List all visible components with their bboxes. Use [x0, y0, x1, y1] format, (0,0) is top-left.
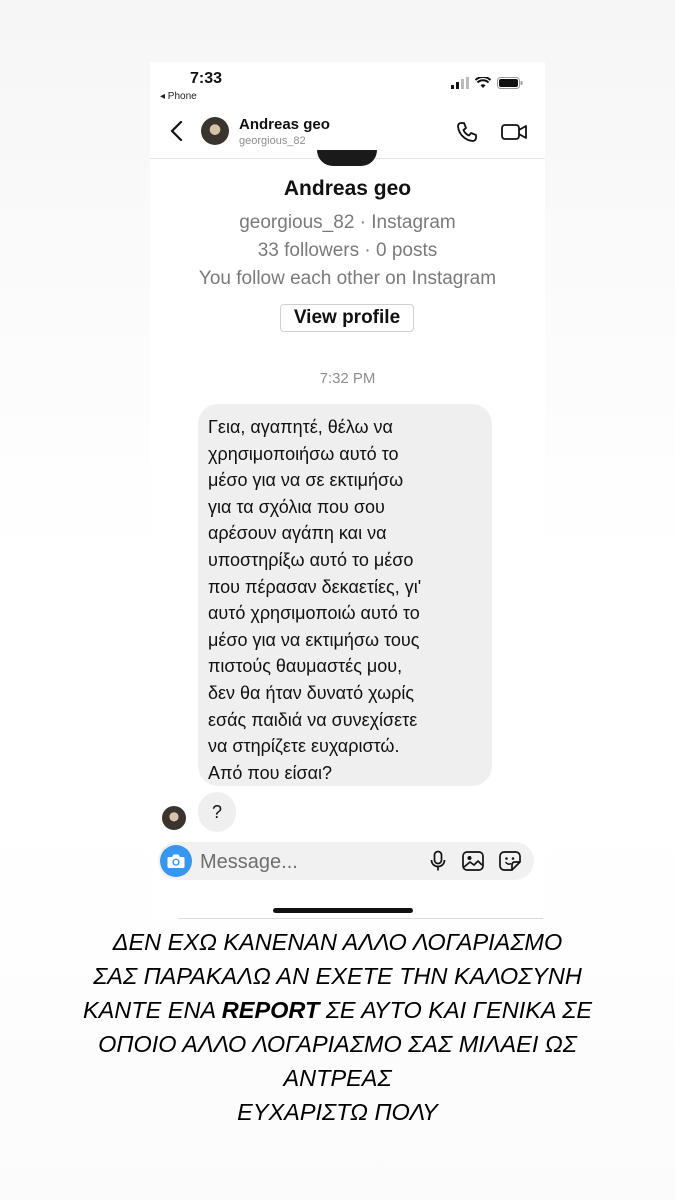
video-camera-icon[interactable]: [500, 120, 528, 144]
microphone-icon[interactable]: [428, 850, 448, 872]
profile-subtitle: georgious_82 · Instagram: [239, 212, 456, 233]
header-username: georgious_82: [239, 135, 306, 147]
message-line: που πέρασαν δεκαετίες, γι': [208, 576, 422, 597]
message-timestamp: 7:32 PM: [319, 370, 376, 387]
status-time: 7:33: [190, 70, 223, 87]
back-to-app-link[interactable]: ◂ Phone: [160, 91, 197, 102]
camera-icon: [167, 854, 185, 868]
caption-text: ΣΕ ΑΥΤΟ ΚΑΙ ΓΕΝΙΚΑ ΣΕ: [319, 997, 593, 1023]
phone-icon[interactable]: [455, 120, 479, 144]
message-line: να στηρίζετε ευχαριστώ.: [208, 736, 400, 757]
message-text: Γεια, αγαπητέ, θέλω να χρησιμοποιήσω αυτό…: [198, 404, 492, 786]
message-line: αυτό χρησιμοποιώ αυτό το: [208, 603, 420, 624]
caption-line: ΚΑΝΤΕ ΕΝΑ REPORT ΣΕ ΑΥΤΟ ΚΑΙ ΓΕΝΙΚΑ ΣΕ: [0, 993, 675, 1027]
message-line: Από που είσαι?: [208, 762, 333, 783]
dm-screenshot: 7:33 ◂ Phone Andreas geo georgious_82 An…: [150, 62, 545, 922]
avatar[interactable]: [201, 117, 229, 145]
caption-text: ΚΑΝΤΕ ΕΝΑ: [82, 997, 222, 1023]
profile-name: Andreas geo: [283, 177, 412, 200]
message-bubble[interactable]: Γεια, αγαπητέ, θέλω να χρησιμοποιήσω αυτό…: [198, 404, 492, 786]
divider: [178, 918, 543, 919]
view-profile-button[interactable]: View profile: [280, 304, 414, 332]
message-composer: [158, 842, 534, 880]
status-icons: [451, 76, 523, 90]
caption-line: ΑΝΤΡΕΑΣ: [283, 1065, 392, 1091]
message-line: μέσο για να εκτιμήσω τους: [208, 629, 420, 650]
message-bubble[interactable]: ?: [198, 792, 236, 832]
caption-report-word: REPORT: [221, 997, 320, 1023]
message-line: εσάς παιδιά να συνεχίσετε: [208, 709, 418, 730]
status-bar: 7:33 ◂ Phone: [150, 62, 545, 112]
battery-icon: [497, 77, 523, 89]
header-name[interactable]: Andreas geo: [239, 116, 330, 133]
message-line: πιστούς θαυμαστές μου,: [208, 656, 403, 677]
home-indicator: [273, 908, 413, 913]
chevron-left-icon[interactable]: [166, 118, 188, 144]
message-line: για τα σχόλια που σου: [208, 496, 385, 517]
message-line: δεν θα ήταν δυνατό χωρίς: [208, 682, 415, 703]
signal-icon: [451, 77, 469, 89]
caption-line: ΔΕΝ ΕΧΩ ΚΑΝΕΝΑΝ ΑΛΛΟ ΛΟΓΑΡΙΑΣΜΟ: [112, 929, 563, 955]
sticker-icon[interactable]: [498, 850, 522, 872]
message-line: υποστηρίξω αυτό το μέσο: [208, 549, 414, 570]
message-line: αρέσουν αγάπη και να: [208, 523, 387, 544]
caption-line: ΕΥΧΑΡΙΣΤΩ ΠΟΛΥ: [237, 1099, 438, 1125]
profile-picture: [317, 150, 377, 166]
story-caption: ΔΕΝ ΕΧΩ ΚΑΝΕΝΑΝ ΑΛΛΟ ΛΟΓΑΡΙΑΣΜΟ ΣΑΣ ΠΑΡΑ…: [0, 925, 675, 1129]
profile-stats: 33 followers · 0 posts: [257, 240, 438, 261]
caption-line: ΣΑΣ ΠΑΡΑΚΑΛΩ ΑΝ ΕΧΕΤΕ ΤΗΝ ΚΑΛΟΣΥΝΗ: [93, 963, 582, 989]
wifi-icon: [475, 77, 491, 88]
gallery-icon[interactable]: [461, 850, 485, 872]
camera-button[interactable]: [160, 845, 192, 877]
message-input[interactable]: [198, 848, 412, 876]
sender-avatar[interactable]: [162, 806, 186, 830]
message-line: Γεια, αγαπητέ, θέλω να: [208, 417, 393, 437]
message-line: χρησιμοποιήσω αυτό το: [208, 443, 399, 464]
profile-relation: You follow each other on Instagram: [198, 268, 497, 289]
message-line: μέσο για να σε εκτιμήσω: [208, 470, 404, 491]
caption-line: ΟΠΟΙΟ ΑΛΛΟ ΛΟΓΑΡΙΑΣΜΟ ΣΑΣ ΜΙΛΑΕΙ ΩΣ: [98, 1031, 577, 1057]
